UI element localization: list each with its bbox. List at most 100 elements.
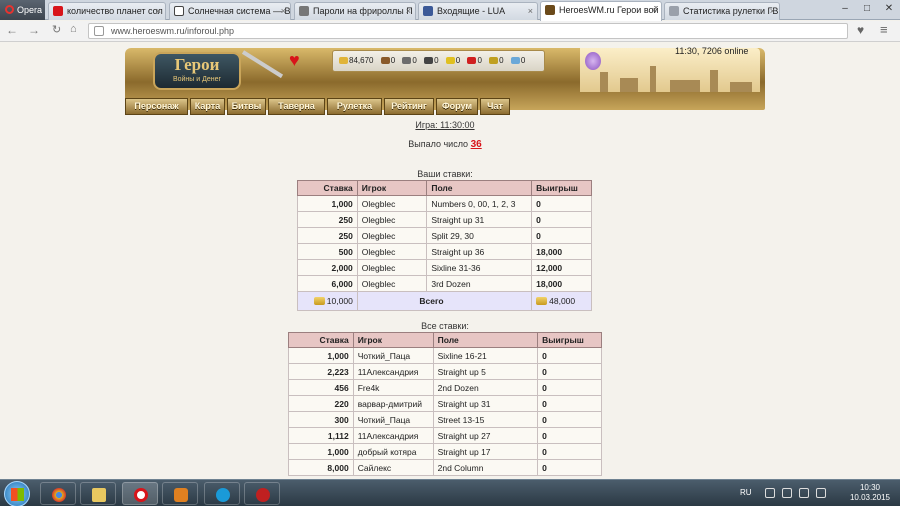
tab-label: количество планет сол: [67, 6, 163, 16]
gold-icon: [313, 297, 325, 305]
player-cell[interactable]: Olegblec: [356, 275, 428, 292]
menu-icon[interactable]: ≡: [880, 22, 888, 37]
opera-menu-button[interactable]: Opera: [0, 0, 45, 20]
taskbar-explorer[interactable]: [80, 482, 116, 505]
start-button[interactable]: [4, 481, 30, 506]
win-cell: 18,000: [531, 243, 592, 260]
all-bets-header: Ставка Игрок Поле Выигрыш: [288, 332, 602, 348]
flag-icon[interactable]: [782, 488, 792, 498]
menu-forum[interactable]: Форум: [436, 98, 478, 115]
diamond-icon: [510, 57, 520, 64]
network-icon[interactable]: [799, 488, 809, 498]
tab-3[interactable]: Пароли на фрироллы П ×: [294, 2, 416, 20]
opera-icon: [134, 488, 148, 502]
taskbar-opera[interactable]: [122, 482, 158, 505]
menu-map[interactable]: Карта: [190, 98, 225, 115]
clock[interactable]: 10:30 10.03.2015: [845, 483, 895, 503]
player-cell[interactable]: добрый котяра: [352, 443, 434, 460]
bet-cell: 1,000: [297, 195, 358, 212]
player-cell[interactable]: Fre4k: [352, 379, 434, 396]
bet-cell: 220: [288, 395, 354, 412]
player-cell[interactable]: Olegblec: [356, 259, 428, 276]
player-cell[interactable]: Olegblec: [356, 227, 428, 244]
table-row: 8,000 Сайлекс 2nd Column 0: [288, 459, 602, 476]
close-window-icon[interactable]: ✕: [878, 0, 900, 18]
volume-icon[interactable]: [816, 488, 826, 498]
bookmark-heart-icon[interactable]: ♥: [857, 23, 864, 37]
tab-close-icon[interactable]: ×: [156, 3, 161, 19]
bet-cell: 1,000: [288, 443, 354, 460]
forward-icon[interactable]: →: [28, 23, 40, 37]
wikipedia-favicon-icon: [174, 6, 184, 16]
site-menu: Персонаж Карта Битвы Таверна Рулетка Рей…: [125, 98, 545, 116]
tab-close-icon[interactable]: ×: [281, 3, 286, 19]
back-icon[interactable]: ←: [6, 23, 18, 37]
mana-potion-icon[interactable]: [585, 52, 601, 70]
tab-strip: Opera количество планет сол × Солнечная с…: [0, 0, 900, 21]
menu-battles[interactable]: Битвы: [227, 98, 266, 115]
player-cell[interactable]: 11Александрия: [352, 363, 434, 380]
menu-roulette[interactable]: Рулетка: [327, 98, 382, 115]
my-bets-total-row: 10,000 Всего 48,000: [297, 291, 592, 311]
tab-close-icon[interactable]: ×: [652, 2, 657, 18]
minimize-icon[interactable]: –: [834, 0, 856, 18]
total-bet-cell: 10,000: [297, 291, 358, 311]
player-cell[interactable]: Чоткий_Паца: [352, 411, 434, 428]
field-cell: Sixline 31-36: [426, 259, 533, 276]
home-icon[interactable]: ⌂: [70, 23, 77, 35]
field-cell: Sixline 16-21: [432, 347, 539, 364]
tab-close-icon[interactable]: ×: [528, 3, 533, 19]
column-header: Игрок: [352, 332, 434, 348]
player-cell[interactable]: Olegblec: [356, 211, 428, 228]
tray-arrow-icon[interactable]: [765, 488, 775, 498]
tab-4[interactable]: Входящие - LUA ×: [418, 2, 538, 20]
player-cell[interactable]: Olegblec: [356, 243, 428, 260]
taskbar-media-player[interactable]: [162, 482, 198, 505]
gold-icon: [536, 297, 548, 305]
facebook-favicon-icon: [423, 6, 433, 16]
menu-character[interactable]: Персонаж: [125, 98, 188, 115]
window-controls: – □ ✕: [834, 0, 900, 20]
taskbar: RU 10:30 10.03.2015: [0, 479, 900, 506]
win-cell: 0: [531, 211, 592, 228]
forum-favicon-icon: [299, 6, 309, 16]
player-cell[interactable]: Olegblec: [356, 195, 428, 212]
result-number[interactable]: 36: [471, 139, 482, 150]
player-cell[interactable]: варвар-дмитрий: [352, 395, 434, 412]
gold-icon: [339, 57, 348, 64]
all-bets-caption: Все ставки:: [421, 321, 469, 331]
tab-5-active[interactable]: HeroesWM.ru Герои вой ×: [540, 1, 662, 21]
field-cell: Split 29, 30: [426, 227, 533, 244]
heroes-logo[interactable]: Герои Войны и Денег: [153, 52, 241, 90]
total-win-cell: 48,000: [531, 291, 592, 311]
taskbar-pokerstars[interactable]: [244, 482, 280, 505]
menu-rating[interactable]: Рейтинг: [384, 98, 434, 115]
media-player-icon: [174, 488, 188, 502]
url-input[interactable]: www.heroeswm.ru/inforoul.php: [88, 23, 848, 39]
taskbar-skype[interactable]: [204, 482, 240, 505]
tab-close-icon[interactable]: ×: [406, 3, 411, 19]
language-indicator[interactable]: RU: [740, 488, 752, 497]
page-info-icon[interactable]: [94, 26, 104, 36]
taskbar-chrome[interactable]: [40, 482, 76, 505]
tab-6[interactable]: Статистика рулетки ГВ ×: [664, 2, 780, 20]
bet-cell: 1,000: [288, 347, 354, 364]
player-cell[interactable]: 11Александрия: [352, 427, 434, 444]
menu-tavern[interactable]: Таверна: [268, 98, 325, 115]
tab-1[interactable]: количество планет сол ×: [48, 2, 166, 20]
bet-cell: 500: [297, 243, 358, 260]
tab-2[interactable]: Солнечная система — В ×: [169, 2, 291, 20]
tab-close-icon[interactable]: ×: [770, 3, 775, 19]
bet-cell: 2,000: [297, 259, 358, 276]
menu-chat[interactable]: Чат: [480, 98, 510, 115]
column-header: Ставка: [288, 332, 354, 348]
bet-cell: 456: [288, 379, 354, 396]
total-label-cell: Всего: [356, 291, 533, 311]
result-label: Выпало число: [408, 139, 469, 149]
game-time-link[interactable]: Игра: 11:30:00: [0, 120, 890, 130]
player-cell[interactable]: Сайлекс: [352, 459, 434, 476]
maximize-icon[interactable]: □: [856, 0, 878, 18]
health-heart-icon[interactable]: ♥: [289, 50, 300, 71]
player-cell[interactable]: Чоткий_Паца: [352, 347, 434, 364]
reload-icon[interactable]: ↻: [52, 23, 61, 36]
